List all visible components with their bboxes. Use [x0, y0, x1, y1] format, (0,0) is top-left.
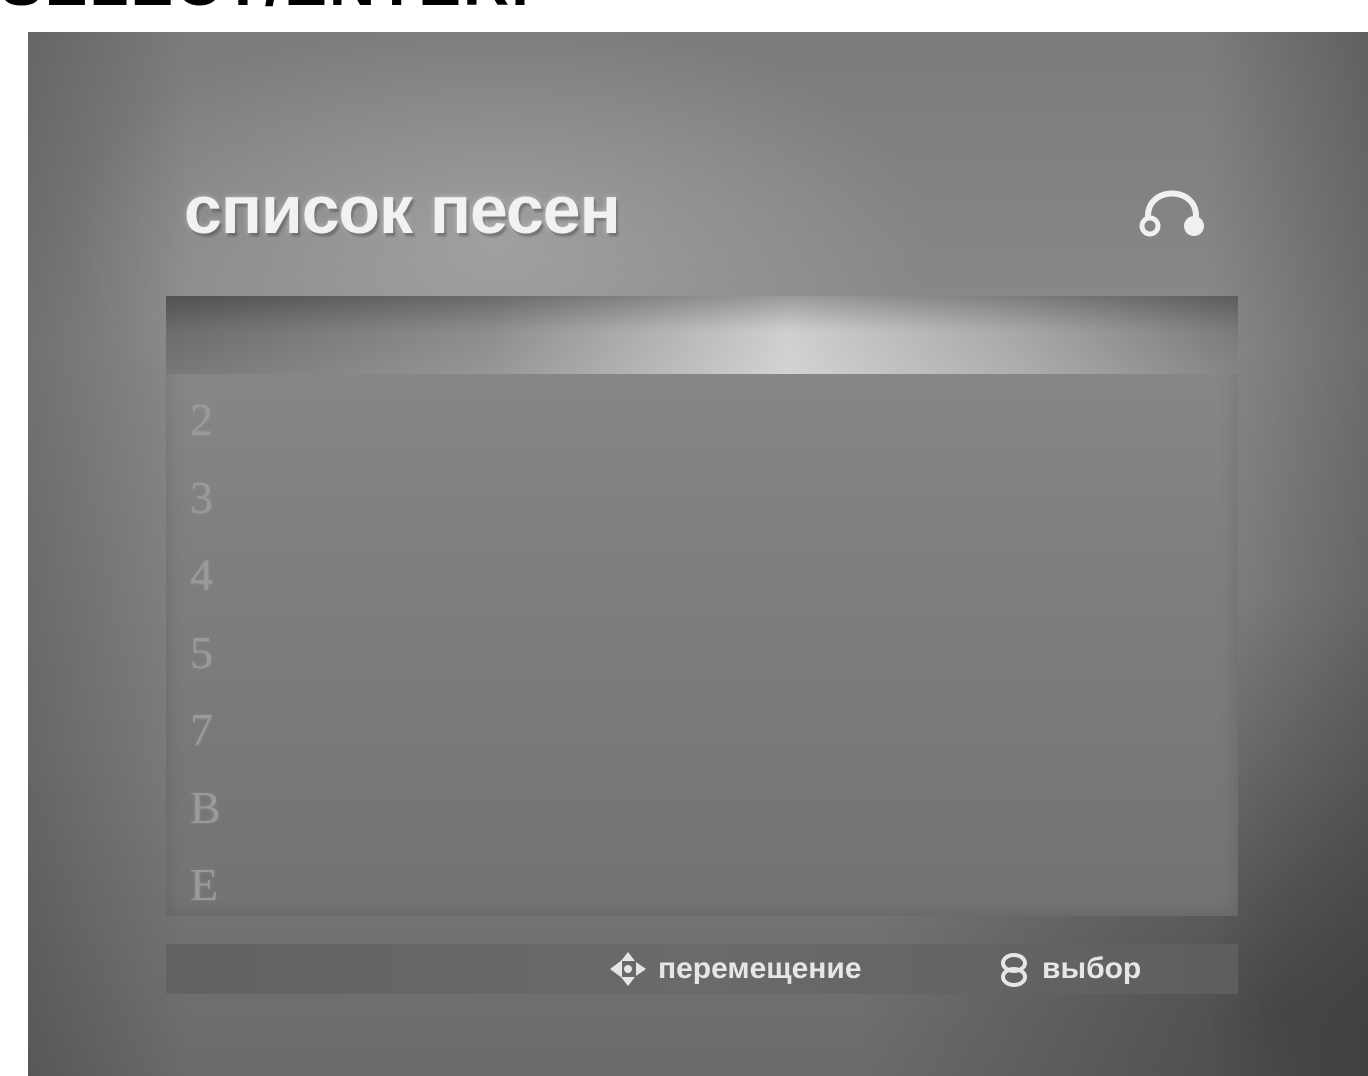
track-number: E [190, 859, 219, 910]
list-item[interactable]: 4 [166, 537, 1238, 615]
list-item[interactable]: E [166, 847, 1238, 925]
song-list-screen: список песен 2 3 4 5 7 B E перемещение в… [28, 32, 1368, 1076]
list-item[interactable]: 3 [166, 460, 1238, 538]
track-number: 4 [190, 549, 213, 600]
track-number: 7 [190, 704, 213, 755]
navigation-arrows-icon [610, 952, 646, 986]
list-item[interactable]: 7 [166, 692, 1238, 770]
help-bar: перемещение выбор [166, 944, 1238, 994]
track-number: B [190, 781, 221, 833]
list-item[interactable]: B [166, 770, 1238, 848]
list-header-highlight[interactable] [166, 296, 1238, 374]
screen-title: список песен [184, 172, 621, 248]
enter-button-icon [1001, 953, 1027, 987]
headphones-icon [1139, 190, 1204, 237]
list-item[interactable]: 5 [166, 615, 1238, 693]
select-hint: выбор [998, 944, 1141, 994]
song-list-panel: 2 3 4 5 7 B E [166, 296, 1238, 916]
move-hint: перемещение [606, 944, 862, 994]
track-number: 2 [190, 394, 213, 445]
track-list: 2 3 4 5 7 B E [166, 382, 1238, 925]
track-number: 3 [190, 471, 213, 523]
move-hint-label: перемещение [658, 952, 862, 985]
track-number: 5 [190, 626, 213, 678]
list-item[interactable]: 2 [166, 382, 1238, 460]
page-caption: SELECT/ENTER. [0, 0, 531, 18]
select-hint-label: выбор [1042, 952, 1142, 985]
